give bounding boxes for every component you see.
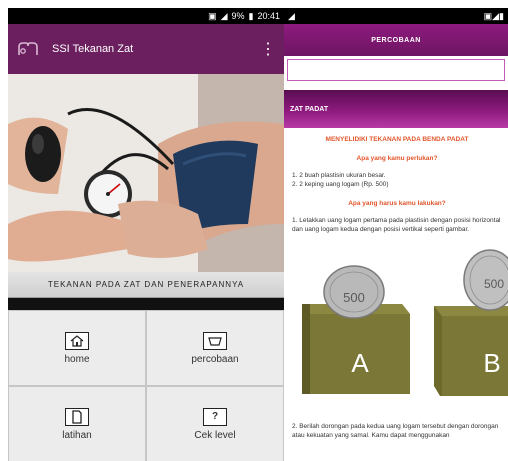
divider: [8, 298, 284, 310]
hero-image: [8, 74, 284, 272]
menu-percobaan-label: percobaan: [191, 353, 239, 365]
experiment-screen: ◢ ▣◢▮ PERCOBAAN ZAT PADAT MENYELIDIKI TE…: [284, 8, 508, 461]
menu-latihan-button[interactable]: latihan: [8, 386, 146, 461]
list-item: 2. 2 keping uang logam (Rp. 500): [292, 181, 389, 189]
notification-icon: ◢: [288, 10, 295, 21]
content-title: MENYELIDIKI TEKANAN PADA BENDA PADAT: [325, 136, 469, 143]
search-input[interactable]: [287, 59, 505, 81]
block-a-label: A: [351, 348, 369, 378]
status-bar: ▣ ◢ 9% ▮ 20:41: [8, 8, 284, 24]
signal-icon: ◢: [220, 10, 228, 21]
battery-icon: ▮: [248, 10, 254, 21]
question-what-to-do: Apa yang harus kamu lakukan?: [348, 200, 446, 208]
home-icon: [65, 331, 89, 350]
menu-cek-level-button[interactable]: ? Cek level: [146, 386, 284, 461]
list-item: 1. 2 buah plastisin ukuran besar.: [292, 171, 386, 179]
page-title: PERCOBAAN: [284, 24, 508, 56]
experiment-content: MENYELIDIKI TEKANAN PADA BENDA PADAT Apa…: [284, 128, 508, 441]
hero-caption: TEKANAN PADA ZAT DAN PENERAPANNYA: [8, 272, 284, 298]
app-title: SSI Tekanan Zat: [52, 43, 134, 55]
block-b-label: B: [483, 348, 500, 378]
coin-a-value: 500: [343, 290, 365, 305]
question-icon: ?: [203, 407, 227, 426]
battery-level: 9%: [231, 11, 245, 21]
materials-list: 1. 2 buah plastisin ukuran besar. 2. 2 k…: [292, 172, 502, 191]
menu-cek-level-label: Cek level: [194, 429, 236, 441]
home-screen: ▣ ◢ 9% ▮ 20:41 SSI Tekanan Zat ⋮ TEKANAN…: [8, 8, 284, 461]
overflow-menu-icon[interactable]: ⋮: [260, 39, 276, 59]
signal-battery-icon: ▣◢▮: [483, 10, 504, 21]
menu-percobaan-button[interactable]: percobaan: [146, 310, 284, 386]
screenshot: ▣ ◢ 9% ▮ 20:41 SSI Tekanan Zat ⋮ TEKANAN…: [0, 0, 508, 461]
menu-latihan-label: latihan: [62, 429, 92, 441]
menu-home-label: home: [64, 353, 90, 365]
flask-icon: [203, 331, 227, 350]
app-bar: SSI Tekanan Zat ⋮: [8, 24, 284, 74]
step-2-text: 2. Berilah dorongan pada kedua uang loga…: [292, 423, 499, 440]
menu-home-button[interactable]: home: [8, 310, 146, 386]
question-what-needed: Apa yang kamu perlukan?: [356, 154, 438, 162]
step-1-text: 1. Letakkan uang logam pertama pada plas…: [292, 216, 501, 233]
search-bar: [284, 56, 508, 84]
section-header[interactable]: ZAT PADAT: [284, 90, 508, 128]
clock: 20:41: [257, 11, 280, 21]
app-logo-icon: [16, 39, 40, 59]
main-menu-grid: home percobaan latihan ? Cek level: [8, 310, 284, 461]
coin-illustration: 500 A 500 B: [292, 244, 508, 419]
document-icon: [65, 407, 89, 426]
status-bar-right: ◢ ▣◢▮: [284, 8, 508, 24]
screenshot-icon: ▣: [208, 10, 217, 21]
coin-b-value: 500: [484, 277, 504, 291]
